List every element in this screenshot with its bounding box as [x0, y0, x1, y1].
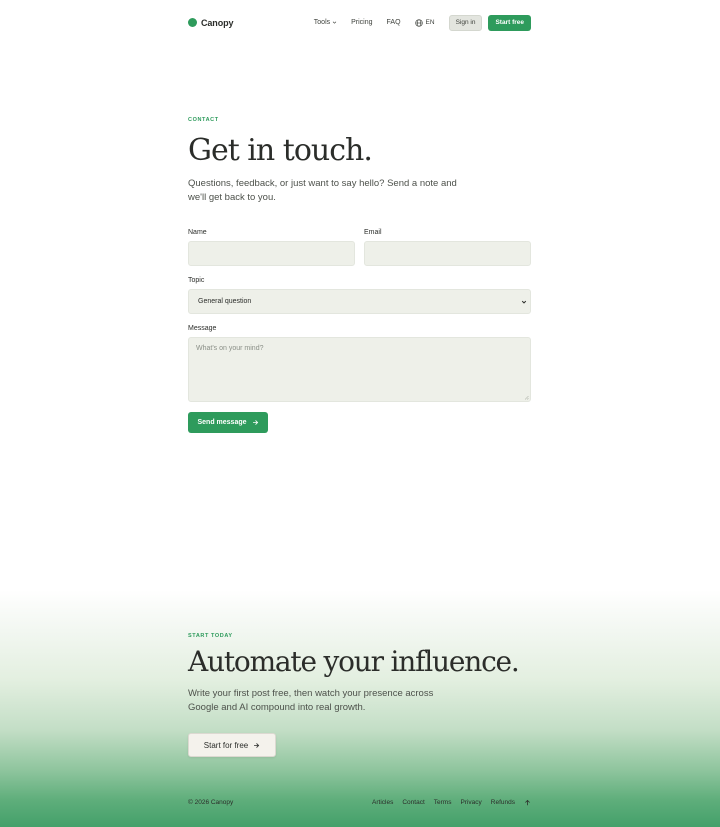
contact-lede: Questions, feedback, or just want to say… — [188, 178, 457, 203]
send-message-label: Send message — [197, 419, 247, 426]
start-free-button[interactable]: Start free — [488, 14, 531, 31]
footer-link-contact[interactable]: Contact — [402, 799, 424, 806]
email-label: Email — [364, 229, 382, 236]
name-input[interactable] — [188, 241, 355, 266]
copyright: © 2026 Canopy — [188, 798, 234, 806]
brand-name: Canopy — [201, 17, 234, 28]
arrow-right-icon — [252, 420, 258, 425]
chevron-down-icon — [521, 300, 527, 304]
cta-eyebrow: START TODAY — [188, 633, 233, 639]
message-textarea[interactable]: What's on your mind? — [188, 337, 531, 402]
nav-tools-menu[interactable]: Tools — [314, 19, 337, 26]
page: Canopy Tools Pricing FAQ EN Sign in Star… — [0, 0, 720, 827]
resize-handle-icon[interactable] — [524, 395, 529, 400]
green-dot-logo-icon — [188, 18, 197, 27]
start-for-free-button[interactable]: Start for free — [188, 733, 276, 757]
footer-links: Articles Contact Terms Privacy Refunds — [372, 799, 531, 806]
contact-eyebrow: CONTACT — [188, 117, 219, 123]
language-code: EN — [425, 19, 435, 26]
nav-tools-label: Tools — [313, 19, 331, 26]
start-for-free-label: Start for free — [203, 740, 249, 750]
cta-lede: Write your first post free, then watch y… — [188, 688, 434, 713]
sign-in-button[interactable]: Sign in — [448, 14, 483, 31]
send-message-button[interactable]: Send message — [188, 412, 268, 433]
footer-link-privacy[interactable]: Privacy — [460, 799, 481, 806]
footer-link-refunds[interactable]: Refunds — [491, 799, 515, 806]
page-title: Get in touch. — [188, 133, 373, 168]
language-switcher[interactable]: EN — [414, 18, 435, 27]
arrow-up-icon[interactable] — [524, 799, 531, 806]
message-placeholder: What's on your mind? — [196, 345, 264, 352]
arrow-right-icon — [254, 742, 260, 748]
site-footer: © 2026 Canopy Articles Contact Terms Pri… — [188, 797, 531, 807]
nav-pricing-link[interactable]: Pricing — [351, 19, 372, 26]
site-header: Canopy Tools Pricing FAQ EN Sign in Star… — [188, 14, 531, 31]
name-label: Name — [188, 229, 207, 236]
chevron-down-icon — [332, 21, 337, 24]
message-label: Message — [188, 325, 217, 332]
cta-title: Automate your influence. — [188, 645, 520, 678]
footer-link-articles[interactable]: Articles — [372, 799, 393, 806]
topic-select[interactable]: General question — [188, 289, 531, 314]
main-nav: Tools Pricing FAQ EN Sign in Start free — [314, 14, 531, 31]
footer-link-terms[interactable]: Terms — [434, 799, 452, 806]
topic-label: Topic — [188, 277, 205, 284]
brand-logo-link[interactable]: Canopy — [188, 17, 234, 28]
nav-faq-link[interactable]: FAQ — [387, 19, 401, 26]
globe-icon — [414, 18, 423, 27]
email-input[interactable] — [364, 241, 531, 266]
topic-selected-value: General question — [198, 298, 252, 305]
